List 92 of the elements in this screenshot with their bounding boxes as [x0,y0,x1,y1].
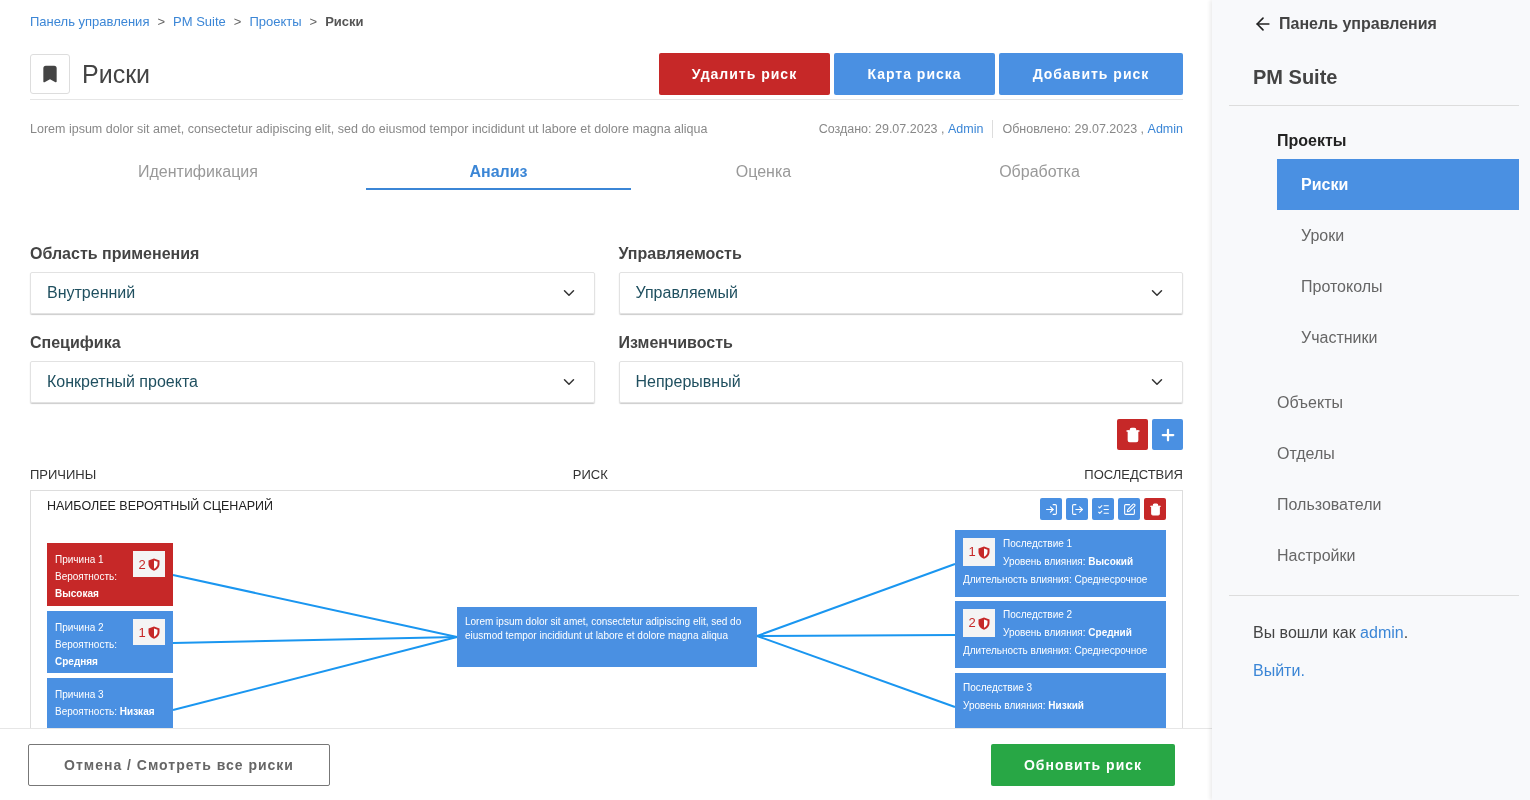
sidebar-item[interactable]: Пользователи [1277,479,1519,530]
cause-title: Причина 3 [55,688,105,702]
consequence-node[interactable]: 1 Последствие 1 Уровень влияния: Высокий Длительность влияния: Среднесрочное [955,530,1166,597]
logout-icon [1070,502,1084,516]
consequence-title: Последствие 3 [963,681,1034,695]
column-heading: РИСК [572,467,608,482]
risk-node[interactable]: Lorem ipsum dolor sit amet, consectetur adipiscing elit, sed do eiusmod tempor incididunt ut labore et dolore magna aliqua [457,607,757,667]
checklist-icon [1096,502,1110,516]
risk-text: Lorem ipsum dolor sit amet, consectetur adipiscing elit, sed do eiusmod tempor incididunt ut labore et dolore magna aliqua [465,615,743,643]
select-field[interactable]: Внутренний [30,272,595,314]
cancel-button[interactable]: Отмена / Смотреть все риски [28,743,330,786]
column-heading: ПОСЛЕДСТВИЯ [1084,467,1183,482]
cause-node[interactable]: Причина 1 Вероятность: Высокая 2 [47,543,173,606]
sidebar-item[interactable]: Уроки [1277,210,1519,261]
signed-in-text: Вы вошли как admin. [1253,624,1410,642]
user-link[interactable]: admin [1360,624,1404,641]
field-label: Область применения [30,245,201,263]
cause-title: Причина 2 [55,621,105,635]
probability-text: Вероятность: Средняя [55,638,118,669]
bookmark-icon [30,54,70,94]
sidebar-item[interactable]: Отделы [1277,428,1519,479]
logout-icon-button[interactable] [1066,498,1088,520]
breadcrumb-link[interactable]: PM Suite [173,14,226,29]
sidebar-item[interactable]: Протоколы [1277,261,1519,312]
description-text: Lorem ipsum dolor sit amet, consectetur adipiscing elit, sed do eiusmod tempor incididunt ut labore et dolore magna aliqua [30,122,709,136]
field-label: Управляемость [618,245,743,263]
created-text: Создано: 29.07.2023 , [818,122,945,136]
author-link[interactable]: Admin [1147,122,1183,136]
breadcrumb-current: Риски [325,14,364,29]
update-button[interactable]: Обновить риск [991,743,1175,786]
delete-button[interactable]: Удалить риск [659,53,830,95]
impact-text: Уровень влияния: Средний [1003,626,1132,640]
select-field[interactable]: Конкретный проекта [30,361,595,403]
duration-text: Длительность влияния: Среднесрочное [963,644,1149,658]
consequence-node[interactable]: Последствие 3 Уровень влияния: Низкий [955,673,1166,728]
breadcrumb-separator: > [157,14,166,29]
logout-link[interactable]: Выйти. [1253,662,1519,680]
breadcrumb-link[interactable]: Проекты [249,14,302,29]
delete-button[interactable] [1117,419,1148,450]
login-icon [1044,502,1058,516]
probability-text: Вероятность: Низкая [55,705,156,719]
edit-button[interactable] [1118,498,1140,520]
trash-icon [1148,502,1162,516]
tab[interactable]: Обработка [896,156,1183,190]
cause-node[interactable]: Причина 2 Вероятность: Средняя 1 [47,611,173,673]
shield-icon [147,557,160,571]
probability-text: Вероятность: Высокая [55,570,118,601]
tab[interactable]: Оценка [631,156,896,190]
column-heading: ПРИЧИНЫ [30,467,97,482]
login-icon-button[interactable] [1040,498,1062,520]
tab[interactable]: Идентификация [30,156,366,190]
shield-icon [147,625,160,639]
delete-button[interactable] [1144,498,1166,520]
duration-text: Длительность влияния: Среднесрочное [963,573,1149,587]
select-field[interactable]: Управляемый [618,272,1183,314]
count-badge: 1 [963,538,995,566]
sidebar-item[interactable]: Объекты [1277,377,1519,428]
action-button[interactable]: Карта риска [834,53,995,95]
back-link[interactable]: Панель управления [1253,12,1519,36]
consequence-node[interactable]: 2 Последствие 2 Уровень влияния: Средний Длительность влияния: Среднесрочное [955,601,1166,668]
shield-icon [977,616,990,630]
add-button[interactable] [1152,419,1183,450]
author-link[interactable]: Admin [948,122,984,136]
tab[interactable]: Анализ [366,156,631,190]
updated-text: Обновлено: 29.07.2023 , [1002,122,1145,136]
select-field[interactable]: Непрерывный [618,361,1183,403]
sidebar-title: PM Suite [1253,66,1339,89]
edit-icon [1122,502,1136,516]
sidebar-item[interactable]: Настройки [1277,530,1519,581]
consequence-title: Последствие 1 [1003,537,1074,551]
impact-text: Уровень влияния: Высокий [1003,555,1134,569]
sidebar-item[interactable]: Риски [1277,159,1519,210]
scenario-title: НАИБОЛЕЕ ВЕРОЯТНЫЙ СЦЕНАРИЙ [47,499,274,513]
field-label: Изменчивость [618,334,734,352]
sidebar-item[interactable]: Участники [1277,312,1519,363]
breadcrumb-separator: > [233,14,242,29]
field-label: Специфика [30,334,122,352]
breadcrumb-link[interactable]: Панель управления [30,14,150,29]
consequence-title: Последствие 2 [1003,608,1074,622]
impact-text: Уровень влияния: Низкий [963,699,1084,713]
trash-icon [1124,426,1141,443]
sidebar-item[interactable]: Проекты [1277,123,1519,159]
action-button[interactable]: Добавить риск [999,53,1183,95]
count-badge: 2 [963,609,995,637]
count-badge: 2 [133,551,165,577]
breadcrumb-separator: > [309,14,318,29]
checklist-button[interactable] [1092,498,1114,520]
cause-title: Причина 1 [55,553,105,567]
cause-node[interactable]: Причина 3 Вероятность: Низкая [47,678,173,728]
count-badge: 1 [133,619,165,645]
page-title: Риски [82,59,152,89]
shield-icon [977,545,990,559]
